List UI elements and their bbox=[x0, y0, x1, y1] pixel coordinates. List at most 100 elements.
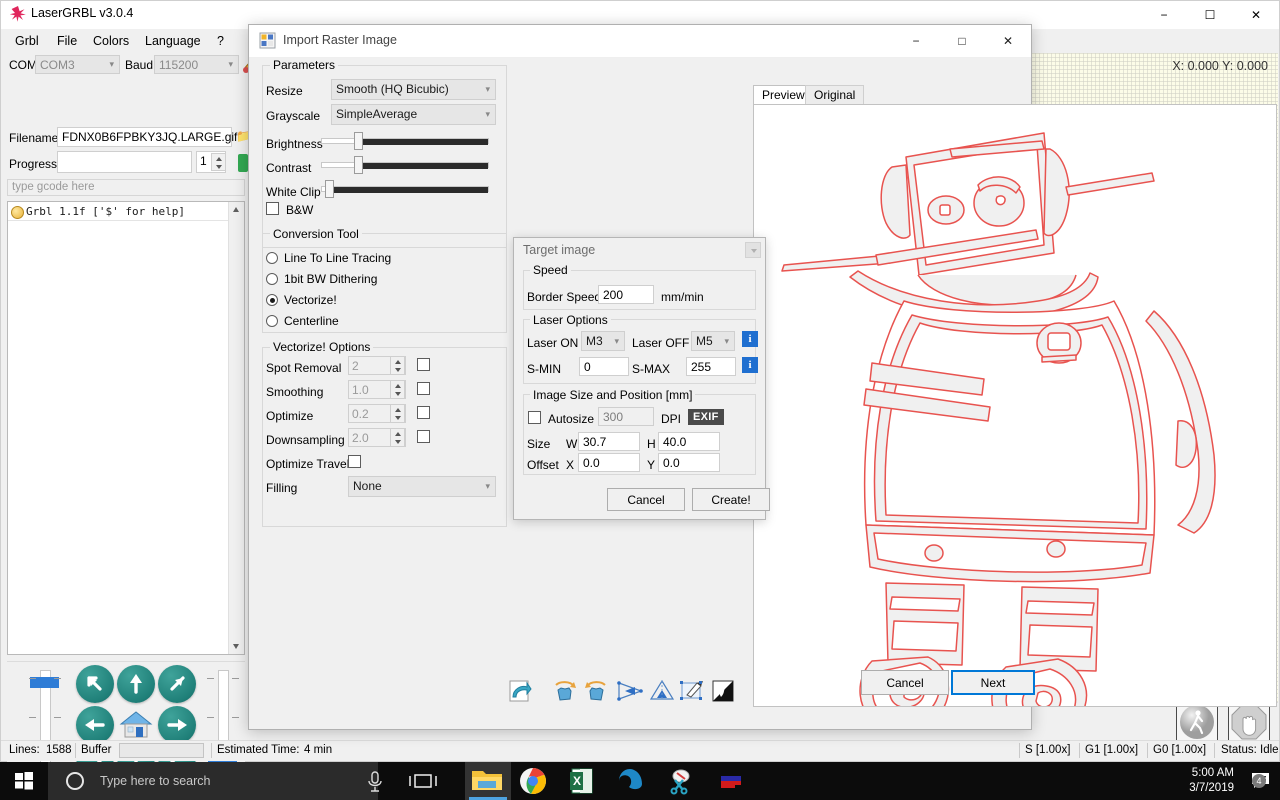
laser-off-select[interactable]: M5 ▾ bbox=[691, 331, 735, 351]
target-cancel-button[interactable]: Cancel bbox=[607, 488, 685, 511]
jog-right-button[interactable] bbox=[158, 706, 196, 744]
flip-horizontal-icon[interactable] bbox=[615, 679, 641, 703]
notification-icon[interactable]: 4 bbox=[1250, 770, 1272, 792]
baud-select[interactable]: 115200 ▾ bbox=[154, 55, 239, 74]
snipping-tool-icon[interactable] bbox=[665, 766, 703, 796]
optimize-travel-checkbox[interactable] bbox=[348, 455, 361, 468]
start-icon[interactable] bbox=[0, 762, 48, 800]
brightness-slider-thumb[interactable] bbox=[354, 132, 363, 150]
jog-up-button[interactable] bbox=[117, 665, 155, 703]
windows-taskbar: Type here to search bbox=[0, 762, 1280, 800]
revert-icon[interactable] bbox=[507, 679, 533, 703]
filling-select[interactable]: None ▾ bbox=[348, 476, 496, 497]
laser-on-select[interactable]: M3 ▾ bbox=[581, 331, 625, 351]
flip-vertical-icon[interactable] bbox=[647, 679, 673, 703]
console-output[interactable]: Grbl 1.1f ['$' for help] bbox=[7, 201, 245, 655]
gcode-input[interactable]: type gcode here bbox=[7, 179, 245, 196]
target-create-button[interactable]: Create! bbox=[692, 488, 770, 511]
width-label: W bbox=[566, 437, 577, 451]
radio-line-to-line-tracing[interactable] bbox=[266, 252, 278, 264]
jog-up-left-button[interactable] bbox=[76, 665, 114, 703]
radio-vectorize[interactable] bbox=[266, 294, 278, 306]
microphone-icon[interactable] bbox=[356, 766, 394, 796]
smax-field[interactable]: 255 bbox=[686, 357, 736, 376]
jog-home-button[interactable] bbox=[117, 706, 155, 744]
menu-language[interactable]: Language bbox=[139, 32, 207, 50]
close-button[interactable]: ✕ bbox=[1233, 1, 1279, 29]
com-port-select[interactable]: COM3 ▾ bbox=[35, 55, 120, 74]
chrome-icon[interactable] bbox=[518, 766, 556, 796]
run-program-button[interactable] bbox=[1176, 701, 1218, 743]
rotate-ccw-icon[interactable] bbox=[552, 679, 578, 703]
svg-text:X: X bbox=[573, 774, 581, 788]
offset-y-value: 0.0 bbox=[663, 456, 680, 470]
task-view-icon[interactable] bbox=[404, 766, 442, 796]
optimize-travel-label: Optimize Travel bbox=[266, 457, 349, 471]
search-placeholder: Type here to search bbox=[100, 774, 210, 788]
menu-colors[interactable]: Colors bbox=[87, 32, 135, 50]
offset-x-field[interactable]: 0.0 bbox=[578, 453, 640, 472]
filename-field[interactable]: FDNX0B6FPBKY3JQ.LARGE.gif bbox=[57, 127, 232, 147]
smoothing-checkbox[interactable] bbox=[417, 382, 430, 395]
tab-original[interactable]: Original bbox=[805, 85, 864, 105]
preview-canvas[interactable] bbox=[753, 104, 1277, 707]
spot-removal-spin-buttons[interactable] bbox=[390, 356, 405, 375]
grayscale-select[interactable]: SimpleAverage ▾ bbox=[331, 104, 496, 125]
laser-info-icon[interactable]: i bbox=[742, 331, 758, 347]
resize-select[interactable]: Smooth (HQ Bicubic) ▾ bbox=[331, 79, 496, 100]
progress-label: Progress bbox=[9, 157, 57, 171]
white-clip-slider-thumb[interactable] bbox=[325, 180, 334, 198]
dpi-field[interactable]: 300 bbox=[598, 407, 654, 426]
import-minimize-button[interactable]: − bbox=[893, 25, 939, 57]
import-maximize-button[interactable]: □ bbox=[939, 25, 985, 57]
smin-smax-info-icon[interactable]: i bbox=[742, 357, 758, 373]
jog-left-button[interactable] bbox=[76, 706, 114, 744]
rotate-cw-icon[interactable] bbox=[583, 679, 609, 703]
target-dialog-collapse-button[interactable] bbox=[745, 242, 761, 258]
import-next-button[interactable]: Next bbox=[951, 670, 1035, 695]
menu-grbl[interactable]: Grbl bbox=[9, 32, 45, 50]
import-close-button[interactable]: ✕ bbox=[985, 25, 1031, 57]
radio-1bit-bw-dithering[interactable] bbox=[266, 273, 278, 285]
brightness-label: Brightness bbox=[266, 137, 323, 151]
bw-checkbox[interactable] bbox=[266, 202, 279, 215]
optimize-checkbox[interactable] bbox=[417, 406, 430, 419]
search-input[interactable]: Type here to search bbox=[48, 762, 378, 800]
vectorized-robot-drawing bbox=[754, 105, 1276, 706]
exif-button[interactable]: EXIF bbox=[688, 409, 724, 425]
stop-program-button[interactable] bbox=[1228, 701, 1270, 743]
contrast-slider-thumb[interactable] bbox=[354, 156, 363, 174]
filling-value: None bbox=[353, 479, 382, 493]
downsampling-spin-buttons[interactable] bbox=[390, 428, 405, 447]
scroll-up-icon[interactable] bbox=[229, 202, 244, 217]
target-dialog-titlebar: Target image bbox=[514, 238, 765, 263]
maximize-button[interactable]: ☐ bbox=[1187, 1, 1233, 29]
height-field[interactable]: 40.0 bbox=[658, 432, 720, 451]
filename-value: FDNX0B6FPBKY3JQ.LARGE.gif bbox=[62, 130, 237, 144]
invert-icon[interactable] bbox=[711, 679, 737, 703]
border-speed-field[interactable]: 200 bbox=[598, 285, 654, 304]
crop-icon[interactable] bbox=[679, 679, 705, 703]
width-field[interactable]: 30.7 bbox=[578, 432, 640, 451]
menu-help[interactable]: ? bbox=[211, 32, 230, 50]
edge-icon[interactable] bbox=[616, 766, 654, 796]
file-explorer-icon[interactable] bbox=[470, 766, 508, 796]
jog-up-right-button[interactable] bbox=[158, 665, 196, 703]
menu-file[interactable]: File bbox=[51, 32, 83, 50]
repeat-count-spin-buttons[interactable] bbox=[211, 153, 226, 171]
clock[interactable]: 5:00 AM 3/7/2019 bbox=[1189, 766, 1234, 796]
import-cancel-button[interactable]: Cancel bbox=[861, 670, 949, 695]
optimize-spin-buttons[interactable] bbox=[390, 404, 405, 423]
downsampling-checkbox[interactable] bbox=[417, 430, 430, 443]
spot-removal-checkbox[interactable] bbox=[417, 358, 430, 371]
autosize-checkbox[interactable] bbox=[528, 411, 541, 424]
offset-y-field[interactable]: 0.0 bbox=[658, 453, 720, 472]
smoothing-spin-buttons[interactable] bbox=[390, 380, 405, 399]
radio-centerline[interactable] bbox=[266, 315, 278, 327]
smin-field[interactable]: 0 bbox=[579, 357, 629, 376]
console-scrollbar[interactable] bbox=[228, 202, 244, 654]
scroll-down-icon[interactable] bbox=[229, 639, 244, 654]
lasergrbl-icon[interactable] bbox=[716, 766, 754, 796]
minimize-button[interactable]: − bbox=[1141, 1, 1187, 29]
excel-icon[interactable]: X bbox=[567, 766, 605, 796]
